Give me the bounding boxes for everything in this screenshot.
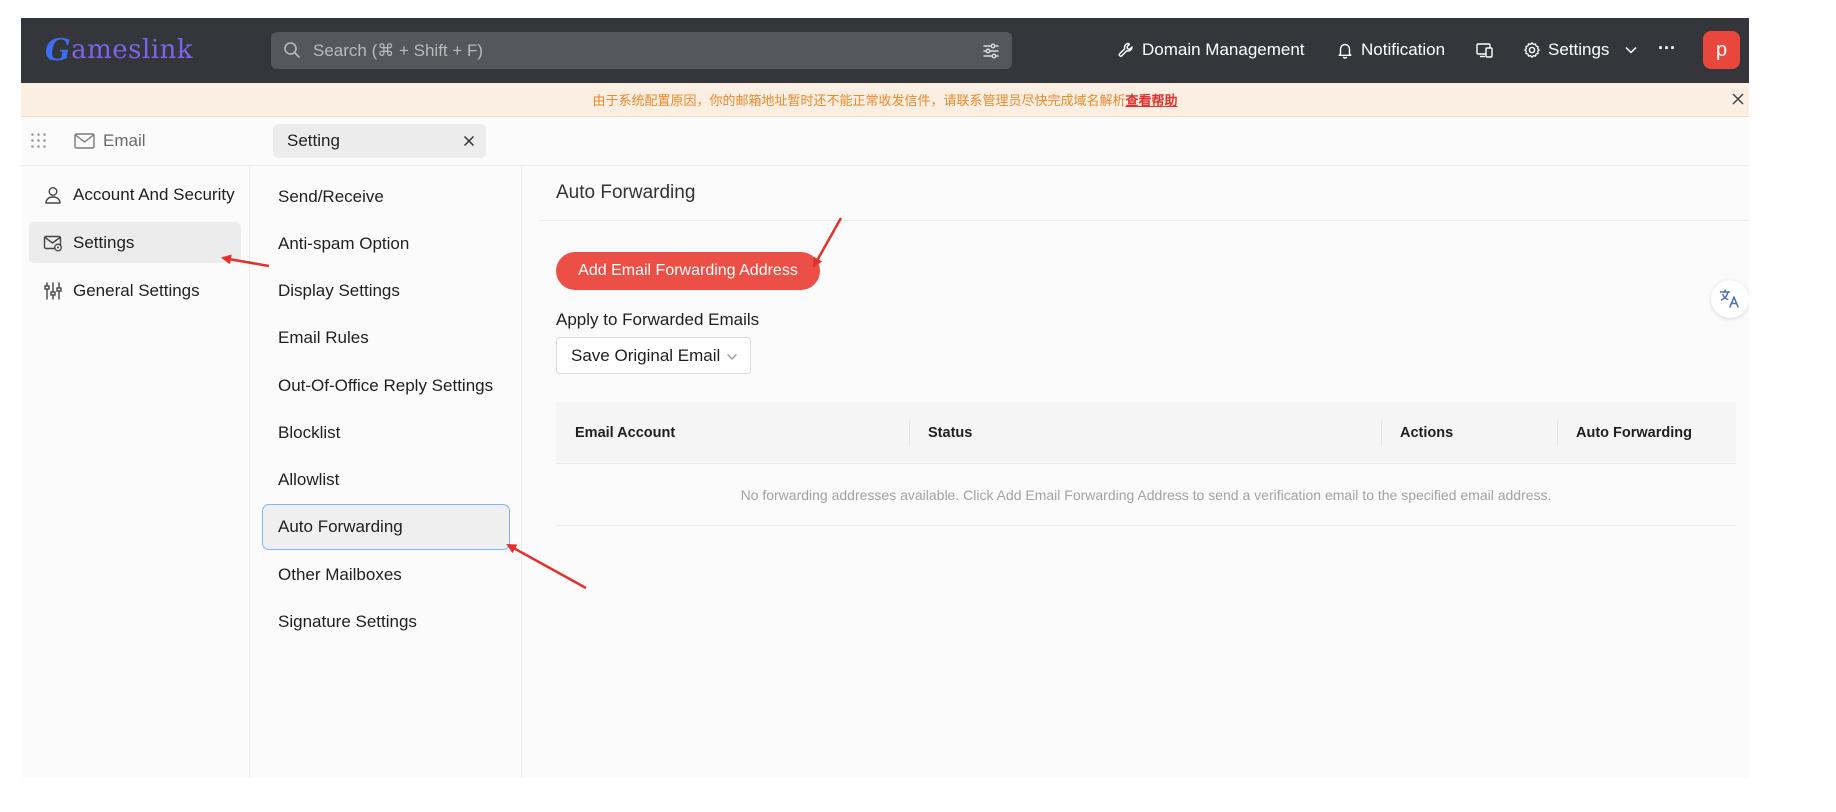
devices-icon: [1476, 43, 1493, 58]
email-app-tab[interactable]: Email: [74, 129, 146, 153]
more-icon: ···: [1658, 37, 1676, 58]
notice-text: 由于系统配置原因，你的邮箱地址暂时还不能正常收发信件，请联系管理员尽快完成域名解…: [592, 94, 1126, 109]
column-header-status: Status: [928, 425, 973, 441]
column-header-email-account: Email Account: [575, 425, 676, 441]
logo-initial: G: [45, 32, 72, 68]
translate-icon: [1719, 289, 1739, 308]
submenu-item-allowlist[interactable]: Allowlist: [262, 457, 510, 503]
select-value: Save Original Email: [571, 345, 721, 365]
submenu-item-send-receive[interactable]: Send/Receive: [262, 174, 510, 220]
search-icon: [284, 42, 300, 58]
mail-settings-icon: [43, 235, 62, 251]
table-header: Email Account Status Actions Auto Forwar…: [556, 402, 1736, 464]
sidebar-item-general-settings[interactable]: General Settings: [29, 270, 241, 311]
top-bar: Gameslink Domain Management Notification…: [21, 18, 1749, 83]
settings-dropdown-button[interactable]: [1624, 36, 1645, 64]
main-panel: Auto Forwarding Add Email Forwarding Add…: [522, 166, 1749, 778]
submenu-item-label: Other Mailboxes: [278, 565, 402, 584]
submenu-item-blocklist[interactable]: Blocklist: [262, 410, 510, 456]
device-switch-button[interactable]: [1475, 36, 1502, 64]
settings-label: Settings: [1548, 40, 1610, 59]
settings-menu-button[interactable]: Settings: [1523, 36, 1609, 64]
tab-row: Email Setting: [21, 117, 1749, 166]
gear-icon: [1524, 42, 1540, 58]
sliders-icon[interactable]: [982, 42, 1000, 60]
submenu-item-label: Send/Receive: [278, 187, 384, 206]
bell-icon: [1338, 43, 1352, 59]
avatar[interactable]: p: [1703, 31, 1740, 69]
submenu-item-label: Out-Of-Office Reply Settings: [278, 376, 494, 395]
more-button[interactable]: ···: [1658, 34, 1676, 62]
submenu-item-email-rules[interactable]: Email Rules: [262, 315, 510, 361]
sliders-icon: [44, 281, 62, 300]
submenu-item-label: Allowlist: [278, 470, 340, 489]
mail-icon: [74, 133, 95, 149]
avatar-letter: p: [1715, 38, 1728, 61]
sidebar-item-account-security[interactable]: Account And Security: [29, 174, 241, 215]
sidebar-item-label: Account And Security: [73, 184, 235, 204]
app-logo[interactable]: Gameslink: [45, 30, 193, 70]
sidebar: Account And Security Settings General Se…: [21, 166, 250, 778]
logo-text: ameslink: [71, 35, 194, 65]
translate-button[interactable]: [1711, 280, 1749, 318]
submenu-item-auto-forwarding[interactable]: Auto Forwarding: [262, 504, 510, 550]
submenu-item-label: Anti-spam Option: [278, 234, 410, 253]
title-divider: [539, 220, 1749, 221]
domain-management-label: Domain Management: [1142, 40, 1305, 59]
page-title: Auto Forwarding: [556, 182, 696, 203]
tab-label: Setting: [287, 131, 340, 150]
submenu-item-label: Display Settings: [278, 281, 400, 300]
forwarded-email-select[interactable]: Save Original Email: [556, 337, 751, 374]
forwarding-table: Email Account Status Actions Auto Forwar…: [556, 402, 1736, 526]
sidebar-item-settings[interactable]: Settings: [29, 222, 241, 263]
tab-setting[interactable]: Setting: [273, 124, 486, 158]
sidebar-item-label: Settings: [73, 232, 135, 252]
submenu-item-label: Signature Settings: [278, 612, 417, 631]
submenu-item-label: Auto Forwarding: [278, 517, 403, 536]
wrench-icon: [1118, 42, 1133, 57]
app-grid-icon[interactable]: [30, 132, 47, 149]
email-app-label: Email: [103, 131, 146, 150]
sidebar-item-label: General Settings: [73, 280, 200, 300]
search-bar[interactable]: [271, 32, 1012, 69]
close-icon[interactable]: [462, 134, 476, 148]
chevron-down-icon: [1625, 46, 1637, 54]
user-icon: [45, 186, 61, 204]
submenu-item-out-of-office[interactable]: Out-Of-Office Reply Settings: [262, 363, 510, 409]
domain-management-button[interactable]: Domain Management: [1117, 36, 1305, 64]
notification-button[interactable]: Notification: [1336, 36, 1445, 64]
app-window: Gameslink Domain Management Notification…: [21, 18, 1749, 778]
close-icon[interactable]: [1731, 92, 1745, 106]
notice-bar: 由于系统配置原因，你的邮箱地址暂时还不能正常收发信件，请联系管理员尽快完成域名解…: [21, 83, 1749, 117]
notice-help-link[interactable]: 查看帮助: [1126, 90, 1178, 109]
submenu-item-label: Email Rules: [278, 328, 369, 347]
column-header-auto-forwarding: Auto Forwarding: [1576, 425, 1692, 441]
submenu-item-signature-settings[interactable]: Signature Settings: [262, 599, 510, 645]
add-forwarding-address-button[interactable]: Add Email Forwarding Address: [556, 252, 820, 290]
apply-forwarded-label: Apply to Forwarded Emails: [556, 310, 760, 329]
notification-label: Notification: [1361, 40, 1446, 59]
submenu-item-label: Blocklist: [278, 423, 341, 442]
chevron-down-icon: [727, 354, 737, 360]
table-empty-state: No forwarding addresses available. Click…: [556, 464, 1736, 526]
search-input[interactable]: [313, 32, 953, 69]
submenu-item-anti-spam[interactable]: Anti-spam Option: [262, 221, 510, 267]
submenu-item-other-mailboxes[interactable]: Other Mailboxes: [262, 552, 510, 598]
submenu-item-display-settings[interactable]: Display Settings: [262, 268, 510, 314]
column-header-actions: Actions: [1400, 425, 1454, 441]
settings-submenu: Send/Receive Anti-spam Option Display Se…: [250, 166, 522, 778]
